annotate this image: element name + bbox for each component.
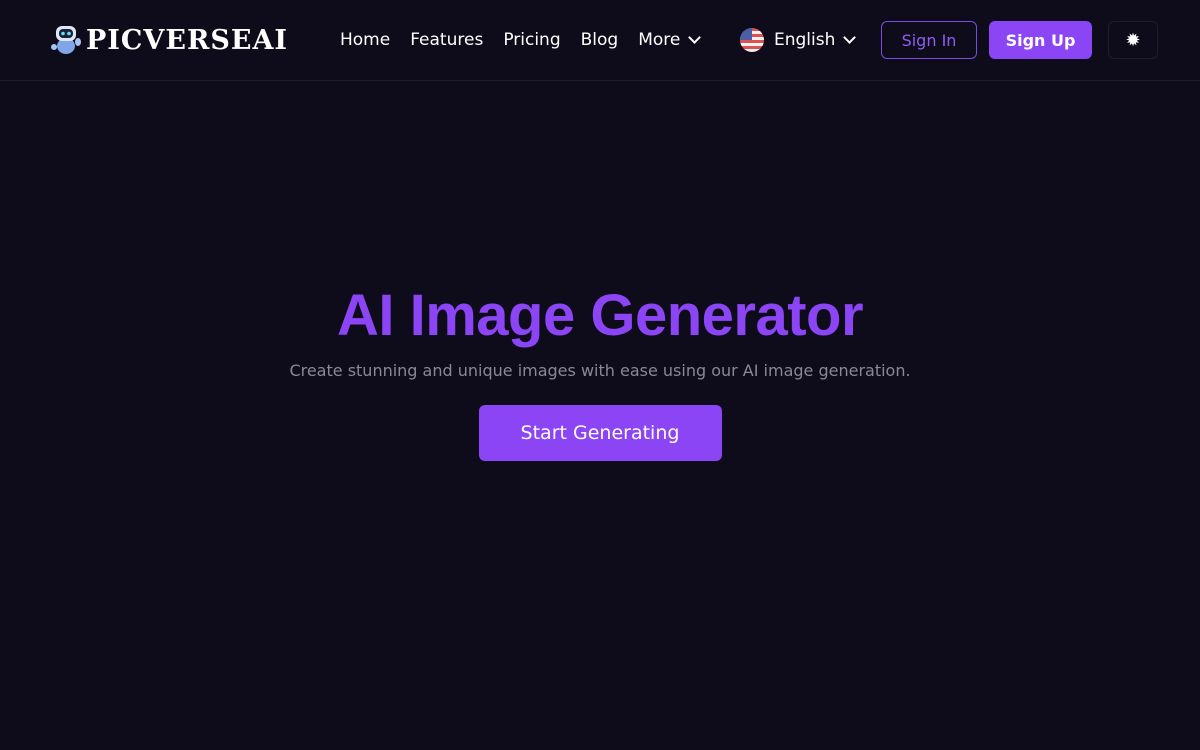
chevron-down-icon <box>688 31 702 44</box>
sign-in-button[interactable]: Sign In <box>881 21 977 59</box>
nav-more-dropdown[interactable]: More <box>638 30 702 50</box>
brand-name: PICVERSEAI <box>86 24 289 56</box>
hero-title: AI Image Generator <box>336 283 864 348</box>
nav-blog[interactable]: Blog <box>581 30 619 50</box>
sign-up-button[interactable]: Sign Up <box>989 21 1092 59</box>
language-selector[interactable]: English <box>740 28 857 52</box>
site-header: PICVERSEAI Home Features Pricing Blog Mo… <box>0 0 1200 81</box>
nav-features[interactable]: Features <box>410 30 483 50</box>
hero-section: AI Image Generator Create stunning and u… <box>0 282 1200 461</box>
theme-toggle-button[interactable]: ✹ <box>1108 21 1158 59</box>
robot-mascot-icon <box>48 22 84 58</box>
sun-icon: ✹ <box>1125 29 1141 51</box>
nav-home[interactable]: Home <box>340 30 390 50</box>
start-generating-button[interactable]: Start Generating <box>478 405 722 461</box>
language-label: English <box>774 30 836 50</box>
logo[interactable]: PICVERSEAI <box>48 20 288 60</box>
nav-pricing[interactable]: Pricing <box>503 30 560 50</box>
us-flag-icon <box>740 28 764 52</box>
main-nav: Home Features Pricing Blog More <box>340 26 719 54</box>
chevron-down-icon <box>843 31 857 44</box>
hero-subtitle: Create stunning and unique images with e… <box>289 361 911 380</box>
nav-more-label: More <box>638 30 681 50</box>
